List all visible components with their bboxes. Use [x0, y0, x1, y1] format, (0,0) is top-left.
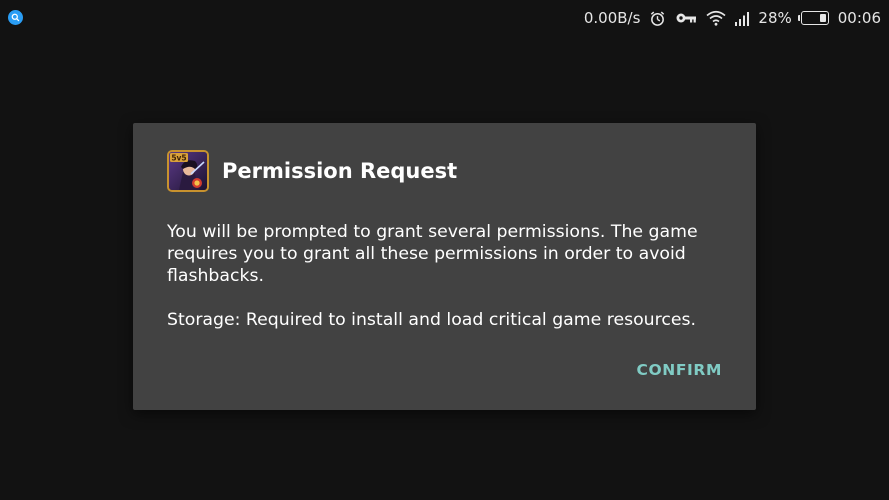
confirm-button[interactable]: CONFIRM — [637, 361, 722, 379]
dialog-body: You will be prompted to grant several pe… — [167, 221, 727, 331]
battery-level-fill — [819, 14, 826, 22]
dialog-title: Permission Request — [222, 159, 458, 183]
signal-icon — [735, 11, 750, 26]
battery-percent: 28% — [758, 9, 792, 27]
network-speed: 0.00B/s — [583, 9, 641, 27]
permission-dialog: 5v5 Permission Request You will be promp… — [133, 123, 756, 410]
status-bar: 0.00B/s 28% 00:06 — [0, 0, 889, 36]
dialog-detail: Storage: Required to install and load cr… — [167, 310, 696, 330]
alarm-icon — [649, 10, 666, 27]
dialog-message: You will be prompted to grant several pe… — [167, 222, 698, 286]
clock: 00:06 — [837, 9, 881, 27]
game-icon-badge: 5v5 — [171, 153, 186, 162]
wifi-icon — [706, 10, 726, 26]
game-app-icon: 5v5 — [167, 150, 209, 192]
screen: 0.00B/s 28% 00:06 5v5 Permission Request… — [0, 0, 889, 500]
vpn-key-icon — [675, 11, 697, 25]
battery-icon — [797, 11, 829, 25]
search-notification-icon — [8, 10, 23, 25]
dialog-header: 5v5 Permission Request — [167, 150, 457, 192]
status-icons: 0.00B/s 28% 00:06 — [584, 0, 881, 36]
